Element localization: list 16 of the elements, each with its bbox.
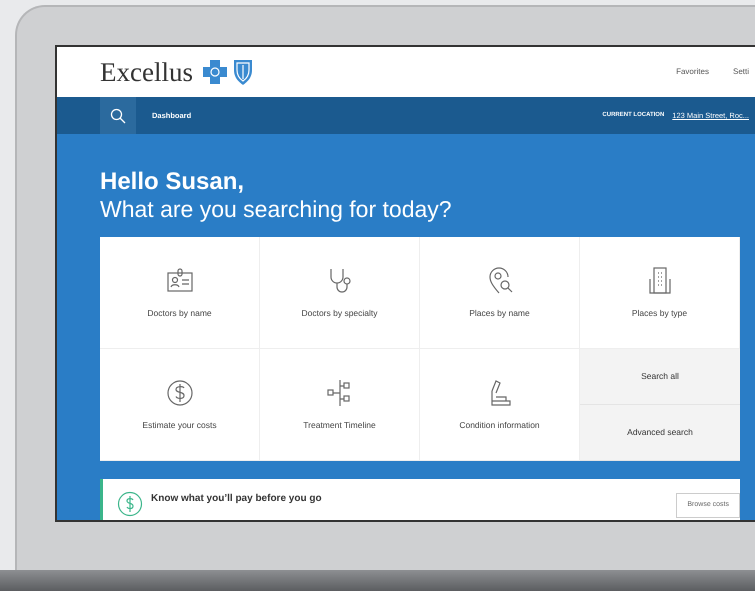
greeting: Hello Susan, <box>100 168 246 196</box>
search-tile[interactable]: Treatment Timeline <box>260 349 420 462</box>
search-button[interactable] <box>100 97 136 134</box>
logo-text: Excellus <box>100 58 193 86</box>
header-link[interactable]: Favorites <box>676 66 709 78</box>
search-tile[interactable]: Doctors by name <box>100 237 260 350</box>
promo-title: Know what you’ll pay before you go <box>151 492 322 506</box>
dollar-circle-icon <box>117 491 143 518</box>
search-question: What are you searching for today? <box>100 196 453 224</box>
header-link[interactable]: Setti <box>732 66 749 78</box>
search-tile[interactable]: Estimate your costs <box>100 349 260 462</box>
search-tile[interactable]: Doctors by specialty <box>260 237 420 350</box>
search-tile[interactable]: Places by name <box>420 237 580 350</box>
search-icon <box>110 108 126 124</box>
quick-link[interactable]: Search all <box>580 349 740 406</box>
quick-link[interactable]: Advanced search <box>580 405 740 462</box>
